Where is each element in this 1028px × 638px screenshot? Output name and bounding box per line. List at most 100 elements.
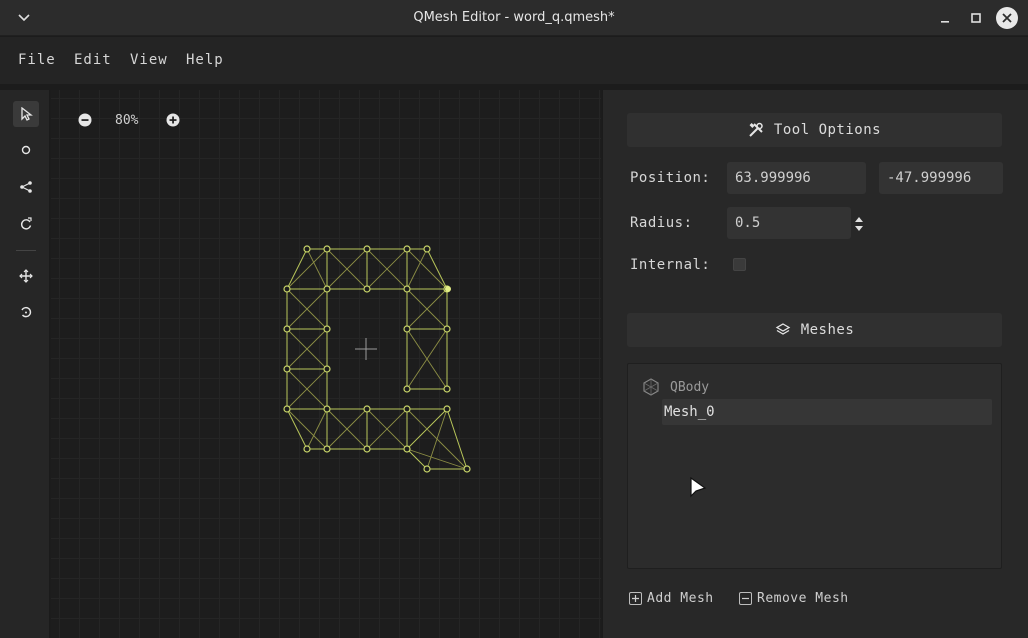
- title-bar: QMesh Editor - word_q.qmesh*: [0, 0, 1028, 36]
- side-panel: Tool Options Position: 63.999996 -47.999…: [602, 90, 1028, 638]
- mesh-diagonal-edge[interactable]: [406, 248, 428, 290]
- window-title: QMesh Editor - word_q.qmesh*: [413, 10, 615, 25]
- mesh-node[interactable]: [363, 245, 371, 253]
- spin-up-icon: [855, 217, 863, 222]
- selected-mesh-node[interactable]: [445, 286, 451, 292]
- move-icon: [19, 269, 33, 283]
- body-tree-item[interactable]: QBody: [642, 378, 709, 396]
- mesh-node[interactable]: [403, 325, 411, 333]
- body-name: QBody: [670, 379, 710, 395]
- mesh-node[interactable]: [283, 405, 291, 413]
- close-button[interactable]: [996, 7, 1018, 29]
- menu-view[interactable]: View: [130, 52, 168, 68]
- mesh-diagonal-edge[interactable]: [306, 408, 328, 450]
- tools-icon: [749, 122, 763, 137]
- menu-edit[interactable]: Edit: [74, 52, 112, 68]
- mesh-node[interactable]: [323, 445, 331, 453]
- mesh-node[interactable]: [423, 465, 431, 473]
- move-tool-button[interactable]: [13, 263, 39, 289]
- mesh-node[interactable]: [403, 385, 411, 393]
- mesh-diagonal-edge[interactable]: [286, 248, 328, 290]
- mouse-cursor-icon: [690, 476, 707, 498]
- mesh-list-item[interactable]: Mesh_0: [662, 399, 992, 425]
- menu-help[interactable]: Help: [186, 52, 224, 68]
- mesh-node[interactable]: [403, 285, 411, 293]
- toolbar-divider: [16, 250, 36, 251]
- mesh-node[interactable]: [443, 405, 451, 413]
- mesh-node[interactable]: [323, 405, 331, 413]
- internal-label: Internal:: [630, 257, 711, 273]
- add-mesh-label: Add Mesh: [647, 591, 714, 606]
- mesh-node[interactable]: [363, 445, 371, 453]
- rotate-add-tool-button[interactable]: [13, 211, 39, 237]
- mesh-tree: QBody Mesh_0: [627, 363, 1002, 569]
- q-mesh-drawing[interactable]: [51, 90, 601, 638]
- tool-bar: [0, 90, 50, 638]
- meshes-header: Meshes: [627, 313, 1002, 347]
- circle-icon: [21, 145, 31, 155]
- mesh-node[interactable]: [403, 405, 411, 413]
- mesh-node[interactable]: [303, 445, 311, 453]
- mesh-edge[interactable]: [446, 408, 468, 470]
- mesh-node[interactable]: [423, 245, 431, 253]
- add-node-tool-button[interactable]: [13, 137, 39, 163]
- meshes-title: Meshes: [800, 322, 855, 338]
- mesh-node[interactable]: [323, 285, 331, 293]
- mesh-edge[interactable]: [286, 408, 308, 450]
- mesh-canvas[interactable]: 80%: [51, 90, 601, 638]
- mesh-node[interactable]: [443, 385, 451, 393]
- mesh-node[interactable]: [363, 285, 371, 293]
- radius-spinner[interactable]: [854, 214, 864, 234]
- position-label: Position:: [630, 170, 711, 186]
- mesh-node[interactable]: [443, 325, 451, 333]
- select-tool-button[interactable]: [13, 101, 39, 127]
- share-icon: [20, 181, 32, 193]
- minimize-button[interactable]: [935, 8, 955, 28]
- rotate-tool-button[interactable]: [13, 299, 39, 325]
- position-x-field[interactable]: 63.999996: [727, 162, 866, 194]
- mesh-node[interactable]: [283, 325, 291, 333]
- maximize-button[interactable]: [966, 8, 986, 28]
- mesh-node[interactable]: [323, 245, 331, 253]
- mesh-edge[interactable]: [426, 248, 448, 290]
- mesh-node[interactable]: [363, 405, 371, 413]
- plus-square-icon: [629, 592, 642, 605]
- radius-field[interactable]: 0.5: [727, 207, 851, 239]
- menu-bar: File Edit View Help: [0, 37, 1028, 84]
- pointer-icon: [21, 107, 33, 121]
- tool-options-header: Tool Options: [627, 113, 1002, 147]
- mesh-diagonal-edge[interactable]: [406, 448, 468, 470]
- remove-mesh-button[interactable]: Remove Mesh: [739, 591, 849, 606]
- spin-down-icon: [855, 226, 863, 231]
- internal-checkbox[interactable]: [733, 258, 746, 271]
- center-crosshair: [355, 338, 377, 360]
- radius-label: Radius:: [630, 215, 693, 231]
- mesh-node[interactable]: [283, 365, 291, 373]
- add-mesh-button[interactable]: Add Mesh: [629, 591, 714, 606]
- mesh-diagonal-edge[interactable]: [306, 248, 328, 290]
- mesh-node[interactable]: [403, 445, 411, 453]
- rotate-icon: [21, 306, 32, 318]
- body-hexagon-icon: [643, 378, 659, 396]
- mesh-edge[interactable]: [286, 248, 308, 290]
- position-y-field[interactable]: -47.999996: [879, 162, 1003, 194]
- maximize-icon: [971, 13, 981, 23]
- mesh-node[interactable]: [323, 325, 331, 333]
- layers-icon: [775, 323, 790, 335]
- tool-options-title: Tool Options: [773, 122, 882, 138]
- connect-tool-button[interactable]: [13, 174, 39, 200]
- mesh-node[interactable]: [283, 285, 291, 293]
- mesh-diagonal-edge[interactable]: [426, 408, 448, 470]
- close-icon: [1002, 13, 1012, 23]
- mesh-diagonal-edge[interactable]: [406, 248, 448, 290]
- mesh-node[interactable]: [323, 365, 331, 373]
- minus-square-icon: [739, 592, 752, 605]
- mesh-node[interactable]: [403, 245, 411, 253]
- mesh-node[interactable]: [303, 245, 311, 253]
- mesh-node[interactable]: [463, 465, 471, 473]
- mesh-diagonal-edge[interactable]: [286, 408, 328, 450]
- minimize-icon: [941, 21, 949, 23]
- refresh-plus-icon: [20, 217, 32, 230]
- menu-file[interactable]: File: [18, 52, 56, 68]
- remove-mesh-label: Remove Mesh: [757, 591, 849, 606]
